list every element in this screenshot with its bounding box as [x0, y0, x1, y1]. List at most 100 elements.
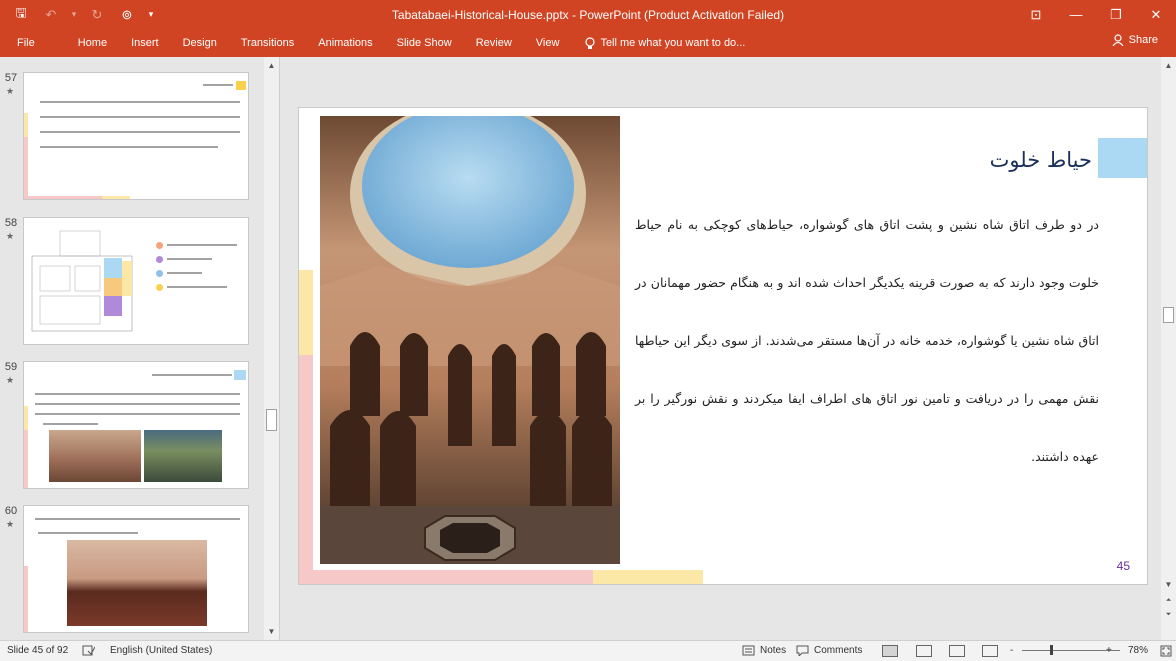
title-accent-block	[236, 81, 246, 90]
decor-pink-bar	[299, 355, 313, 570]
decor-yellow-bar	[299, 270, 313, 355]
decor-yellow-bottom-bar	[593, 570, 703, 584]
editing-scrollbar[interactable]: ▲ ▼ ⏶ ⏷	[1161, 57, 1176, 640]
tab-insert[interactable]: Insert	[119, 29, 171, 57]
text-line	[40, 101, 240, 103]
slide-thumbnails-pane: 57 ★ 58 ★ 59 ★ 60 ★ ▲ ▼	[0, 57, 280, 640]
zoom-out-button[interactable]: -	[1010, 645, 1013, 656]
undo-icon[interactable]: ↶	[38, 2, 64, 28]
save-icon[interactable]: 🖫	[8, 2, 34, 28]
zoom-level[interactable]: 78%	[1128, 645, 1148, 656]
slide-number: 57	[4, 72, 18, 84]
tab-review[interactable]: Review	[464, 29, 524, 57]
tab-transitions[interactable]: Transitions	[229, 29, 306, 57]
animation-star-icon: ★	[6, 86, 15, 96]
view-reading-button[interactable]	[949, 645, 965, 657]
text-line	[167, 286, 227, 288]
slide-counter[interactable]: Slide 45 of 92	[7, 645, 68, 656]
slide-page-number: 45	[1116, 559, 1130, 573]
slide-title[interactable]: حیاط خلوت	[990, 148, 1092, 172]
tab-view[interactable]: View	[524, 29, 572, 57]
view-normal-button[interactable]	[882, 645, 898, 657]
share-button[interactable]: Share	[1112, 34, 1158, 46]
scroll-thumb[interactable]	[1163, 307, 1174, 323]
courtyard-photo	[320, 116, 620, 564]
close-button[interactable]: ✕	[1136, 0, 1176, 29]
slideshow-view-icon	[982, 645, 998, 657]
tell-me-box[interactable]: Tell me what you want to do...	[571, 36, 746, 50]
text-line	[35, 403, 240, 405]
tab-file[interactable]: File	[0, 29, 52, 57]
customize-qat-icon[interactable]: ▾	[144, 2, 158, 28]
text-line	[43, 423, 98, 425]
title-accent-block	[234, 370, 246, 380]
scroll-thumb[interactable]	[266, 409, 277, 431]
text-line	[38, 532, 138, 534]
text-line	[167, 244, 237, 246]
tab-animations[interactable]: Animations	[306, 29, 384, 57]
view-slideshow-button[interactable]	[982, 645, 998, 657]
person-icon	[1112, 34, 1124, 46]
stained-glass-photo	[67, 540, 207, 626]
tell-me-label: Tell me what you want to do...	[600, 37, 746, 49]
zoom-in-button[interactable]: +	[1106, 645, 1112, 656]
animation-star-icon: ★	[6, 519, 15, 529]
ribbon-display-options-icon[interactable]: ⊡	[1016, 0, 1056, 29]
comments-label: Comments	[814, 645, 863, 656]
comment-icon	[796, 645, 809, 656]
title-bar: 🖫 ↶ ▾ ↻ ⊚ ▾ Tabatabaei-Historical-House.…	[0, 0, 1176, 29]
previous-slide-icon[interactable]: ⏶	[1162, 594, 1175, 607]
text-line	[35, 413, 240, 415]
comments-button[interactable]: Comments	[796, 645, 862, 656]
language-indicator[interactable]: English (United States)	[110, 645, 212, 656]
scroll-down-icon[interactable]: ▼	[265, 625, 278, 638]
legend-dot	[156, 256, 163, 263]
redo-icon[interactable]: ↻	[84, 2, 110, 28]
notes-label: Notes	[760, 645, 787, 656]
restore-button[interactable]: ❐	[1096, 0, 1136, 29]
minimize-button[interactable]: —	[1056, 0, 1096, 29]
spelling-check-icon[interactable]	[82, 645, 95, 656]
undo-dropdown-icon[interactable]: ▾	[68, 2, 80, 28]
title-accent-block	[1098, 138, 1147, 178]
share-label: Share	[1128, 34, 1158, 46]
status-bar: Slide 45 of 92 English (United States) N…	[0, 640, 1176, 661]
title-line	[152, 374, 232, 376]
pink-bar	[24, 430, 28, 488]
slide-sorter-icon	[916, 645, 932, 657]
legend-dot	[156, 270, 163, 277]
quick-access-toolbar: 🖫 ↶ ▾ ↻ ⊚ ▾	[0, 0, 158, 29]
slide-number: 58	[4, 217, 18, 229]
window-controls: ⊡ — ❐ ✕	[1016, 0, 1176, 29]
scroll-up-icon[interactable]: ▲	[265, 59, 278, 72]
thumbnails-scrollbar[interactable]: ▲ ▼	[264, 57, 279, 640]
slide-thumbnail-57[interactable]	[23, 72, 249, 200]
tab-slide-show[interactable]: Slide Show	[385, 29, 464, 57]
scroll-down-icon[interactable]: ▼	[1162, 578, 1175, 591]
slide-thumbnail-58[interactable]	[23, 217, 249, 345]
notes-button[interactable]: Notes	[742, 645, 786, 656]
legend-dot	[156, 284, 163, 291]
start-slideshow-icon[interactable]: ⊚	[114, 2, 140, 28]
zoom-slider-thumb[interactable]	[1050, 645, 1053, 655]
pink-bar	[24, 566, 28, 632]
slide-body-text[interactable]: در دو طرف اتاق شاه نشین و پشت اتاق های گ…	[635, 196, 1099, 486]
slide-thumbnail-59[interactable]	[23, 361, 249, 489]
legend-dot	[156, 242, 163, 249]
next-slide-icon[interactable]: ⏷	[1162, 608, 1175, 621]
fit-slide-icon[interactable]	[1160, 645, 1172, 657]
room-photo	[144, 430, 222, 482]
pink-bar	[24, 137, 28, 199]
slide-thumbnail-60[interactable]	[23, 505, 249, 633]
yellow-bar	[102, 196, 130, 199]
view-slide-sorter-button[interactable]	[916, 645, 932, 657]
reading-view-icon	[949, 645, 965, 657]
scroll-up-icon[interactable]: ▲	[1162, 59, 1175, 72]
tab-design[interactable]: Design	[171, 29, 229, 57]
tab-home[interactable]: Home	[66, 29, 119, 57]
text-line	[35, 518, 240, 520]
animation-star-icon: ★	[6, 231, 15, 241]
current-slide[interactable]: حیاط خلوت در دو طرف اتاق شاه نشین و پشت …	[298, 107, 1148, 585]
text-line	[40, 131, 240, 133]
pink-bar	[24, 196, 102, 199]
